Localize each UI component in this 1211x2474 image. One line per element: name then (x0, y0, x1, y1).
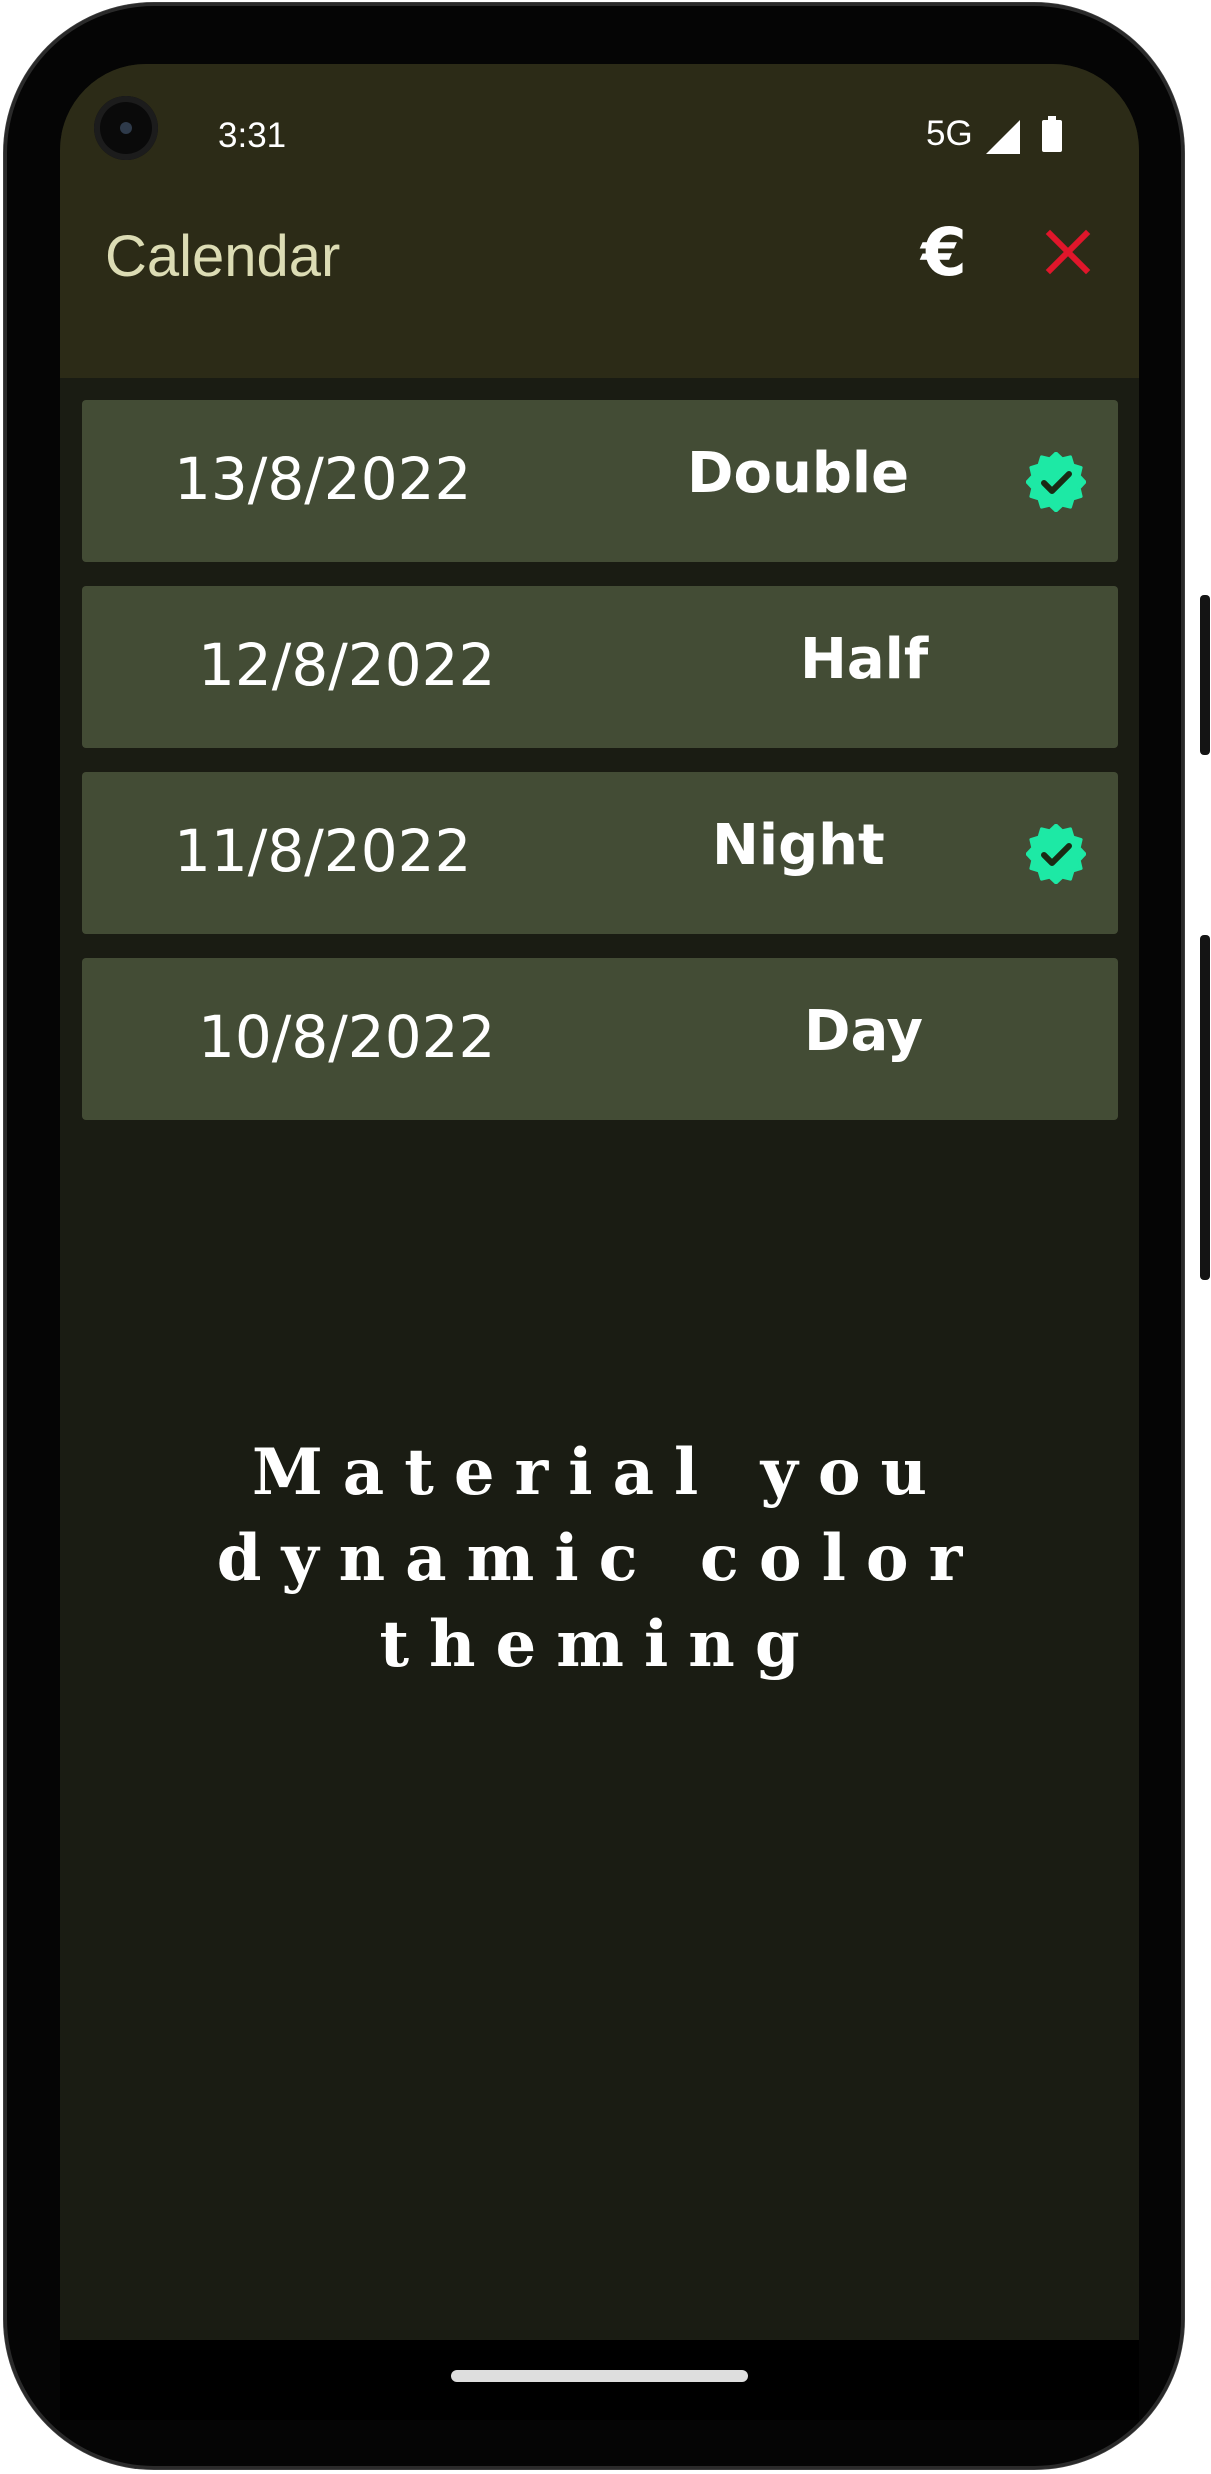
calendar-row-4[interactable]: 10/8/2022 Day (82, 958, 1118, 1120)
power-button (1200, 595, 1210, 755)
volume-button (1200, 935, 1210, 1280)
tagline-line-2: dynamic color theming (216, 1521, 983, 1682)
front-camera (94, 96, 158, 160)
verified-icon (1026, 824, 1086, 884)
home-indicator[interactable] (451, 2370, 748, 2382)
network-type: 5G (926, 114, 973, 153)
row-date: 13/8/2022 (174, 445, 472, 513)
app-title: Calendar (105, 224, 341, 289)
euro-icon: € (921, 213, 967, 291)
euro-button[interactable]: € (904, 212, 984, 292)
verified-icon (1026, 452, 1086, 512)
row-shift-type: Half (800, 627, 929, 692)
navigation-bar (60, 2340, 1139, 2420)
close-button[interactable] (1040, 224, 1096, 280)
screen: 3:31 5G Calendar € 13/8/2022 Double 12/8… (60, 64, 1139, 2340)
row-date: 11/8/2022 (174, 817, 472, 885)
calendar-list: 13/8/2022 Double 12/8/2022 Half 11/8/202… (82, 400, 1118, 1144)
calendar-row-1[interactable]: 13/8/2022 Double (82, 400, 1118, 562)
calendar-row-2[interactable]: 12/8/2022 Half (82, 586, 1118, 748)
row-shift-type: Day (804, 999, 924, 1064)
tagline-line-1: Material you (251, 1435, 948, 1510)
row-date: 10/8/2022 (198, 1003, 496, 1071)
row-shift-type: Night (712, 813, 885, 878)
camera-lens (120, 122, 132, 134)
battery-icon (1042, 116, 1062, 152)
status-time: 3:31 (218, 116, 287, 155)
row-shift-type: Double (687, 441, 910, 506)
calendar-row-3[interactable]: 11/8/2022 Night (82, 772, 1118, 934)
signal-icon (986, 120, 1020, 154)
theme-tagline: Material you dynamic color theming (60, 1430, 1139, 1688)
close-icon (1045, 229, 1091, 275)
row-date: 12/8/2022 (198, 631, 496, 699)
